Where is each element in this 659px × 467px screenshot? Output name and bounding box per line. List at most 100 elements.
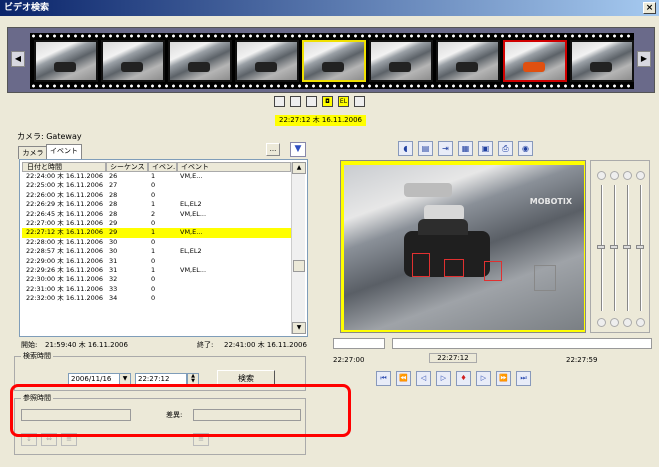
fast-forward-icon[interactable]: ⏩ [496,371,511,386]
square-icon[interactable] [306,96,317,107]
square-icon[interactable] [274,96,285,107]
table-cell: 31 [109,256,118,265]
film-frame[interactable] [436,40,500,82]
reset-icon[interactable] [636,318,645,327]
start-value: 21:59:40 木 16.11.2006 [45,341,128,349]
split-icon[interactable]: ⇥ [438,141,453,156]
table-row[interactable]: 22:30:00 木 16.11.2006 32 0 [22,275,291,284]
audio-icon[interactable]: ◖ [398,141,413,156]
table-cell: 22:27:12 木 16.11.2006 [26,228,104,237]
table-row[interactable]: 22:28:00 木 16.11.2006 30 0 [22,238,291,247]
timeline-bar[interactable] [392,338,652,349]
column-header[interactable]: シーケンス [106,162,148,172]
table-row[interactable]: 22:27:00 木 16.11.2006 29 0 [22,219,291,228]
parked-car [404,183,452,197]
table-row[interactable]: 22:24:00 木 16.11.2006 26 1 VM,E... [22,172,291,181]
scroll-up-button[interactable]: ▲ [292,162,306,174]
ref-clear-button-icon[interactable]: ≡ [61,433,77,446]
table-row[interactable]: 22:28:57 木 16.11.2006 30 1 EL,EL2 [22,247,291,256]
table-row[interactable]: 22:29:26 木 16.11.2006 31 1 VM,EL... [22,266,291,275]
step-forward-icon[interactable]: ▷ [476,371,491,386]
funnel-icon[interactable]: ▼ [290,142,306,157]
print-icon[interactable]: ⎙ [498,141,513,156]
table-scrollbar[interactable]: ▲ ▼ [291,162,306,334]
sharpness-icon[interactable] [636,171,645,180]
time-spinner[interactable]: ▲ ▼ [187,373,199,385]
snapshot-icon[interactable]: ▣ [478,141,493,156]
ref-goto-button-icon[interactable]: ⇔ [41,433,57,446]
timeline-mini[interactable] [333,338,385,349]
scroll-down-button[interactable]: ▼ [292,322,306,334]
table-cell: 1 [151,228,156,237]
table-row[interactable]: 22:26:45 木 16.11.2006 28 2 VM,EL... [22,210,291,219]
step-back-icon[interactable]: ◁ [416,371,431,386]
ref-set-button-icon[interactable]: ↕ [21,433,37,446]
stop-icon[interactable]: ♦ [456,371,471,386]
film-frame[interactable] [34,40,98,82]
last-frame-icon[interactable]: ⏭ [516,371,531,386]
settings-icon[interactable]: ◉ [518,141,533,156]
table-row-selected[interactable]: 22:27:12 木 16.11.2006 29 1 VM,E... [22,228,291,238]
video-frame[interactable]: MOBOTIX [340,160,586,333]
search-time-field[interactable]: 22:27:12 [135,373,187,385]
scroll-thumb[interactable] [293,260,305,272]
layout-icon[interactable]: ▦ [458,141,473,156]
table-row[interactable]: 22:26:29 木 16.11.2006 28 1 EL,EL2 [22,200,291,209]
film-frame[interactable] [235,40,299,82]
column-header[interactable]: イベント [177,162,291,172]
date-dropdown-button[interactable]: ▼ [119,373,131,385]
close-button[interactable]: × [643,2,656,14]
current-timestamp: 22:27:12 木 16.11.2006 [275,115,366,126]
search-button[interactable]: 検索 [217,370,275,387]
saturation-icon[interactable] [623,171,632,180]
reset-icon[interactable] [597,318,606,327]
film-frame[interactable] [570,40,634,82]
table-cell: 22:32:00 木 16.11.2006 [26,294,104,303]
slider-knob[interactable] [623,245,631,249]
filmstrip-next-button[interactable]: ▶ [637,51,651,67]
reset-icon[interactable] [610,318,619,327]
film-frame[interactable] [369,40,433,82]
film-frame[interactable] [101,40,165,82]
column-header[interactable]: 日付と時間 [22,162,106,172]
export-icon[interactable]: ▤ [418,141,433,156]
tab-event[interactable]: イベント [46,144,82,159]
el-icon[interactable]: EL [338,96,349,107]
table-row[interactable]: 22:25:00 木 16.11.2006 27 0 [22,181,291,190]
table-cell [177,191,291,200]
table-row[interactable]: 22:31:00 木 16.11.2006 33 0 [22,285,291,294]
slider-knob[interactable] [610,245,618,249]
ref-extra-button-icon[interactable]: ≡ [193,433,209,446]
square-icon[interactable] [354,96,365,107]
filmstrip-prev-button[interactable]: ◀ [11,51,25,67]
search-date-field[interactable]: 2006/11/16 [68,373,124,385]
table-cell: 34 [109,294,118,303]
column-header[interactable]: イベン... [148,162,177,172]
table-cell: 31 [109,265,118,274]
table-row[interactable]: 22:32:00 木 16.11.2006 34 0 [22,294,291,303]
delta-label: 差異: [166,411,183,419]
film-frame-marked[interactable] [503,40,567,82]
timeline-start-time: 22:27:00 [333,356,365,364]
end-label: 終了: [197,341,214,349]
spin-down-icon[interactable]: ▼ [188,379,198,384]
slider-knob[interactable] [636,245,644,249]
square-icon[interactable] [290,96,301,107]
film-frame[interactable] [168,40,232,82]
film-frame-selected[interactable] [302,40,366,82]
play-icon[interactable]: ▷ [436,371,451,386]
slider-knob[interactable] [597,245,605,249]
reset-icon[interactable] [623,318,632,327]
table-cell: 0 [151,218,156,227]
first-frame-icon[interactable]: ⏮ [376,371,391,386]
brightness-icon[interactable] [597,171,606,180]
tab-camera[interactable]: カメラ [18,146,48,159]
table-row[interactable]: 22:26:00 木 16.11.2006 28 0 [22,191,291,200]
table-cell: 28 [109,209,118,218]
table-row[interactable]: 22:29:00 木 16.11.2006 31 0 [22,257,291,266]
more-button[interactable]: ... [266,143,280,156]
contrast-icon[interactable] [610,171,619,180]
detection-box [534,265,556,291]
camera-icon[interactable]: ◘ [322,96,333,107]
fast-rewind-icon[interactable]: ⏪ [396,371,411,386]
